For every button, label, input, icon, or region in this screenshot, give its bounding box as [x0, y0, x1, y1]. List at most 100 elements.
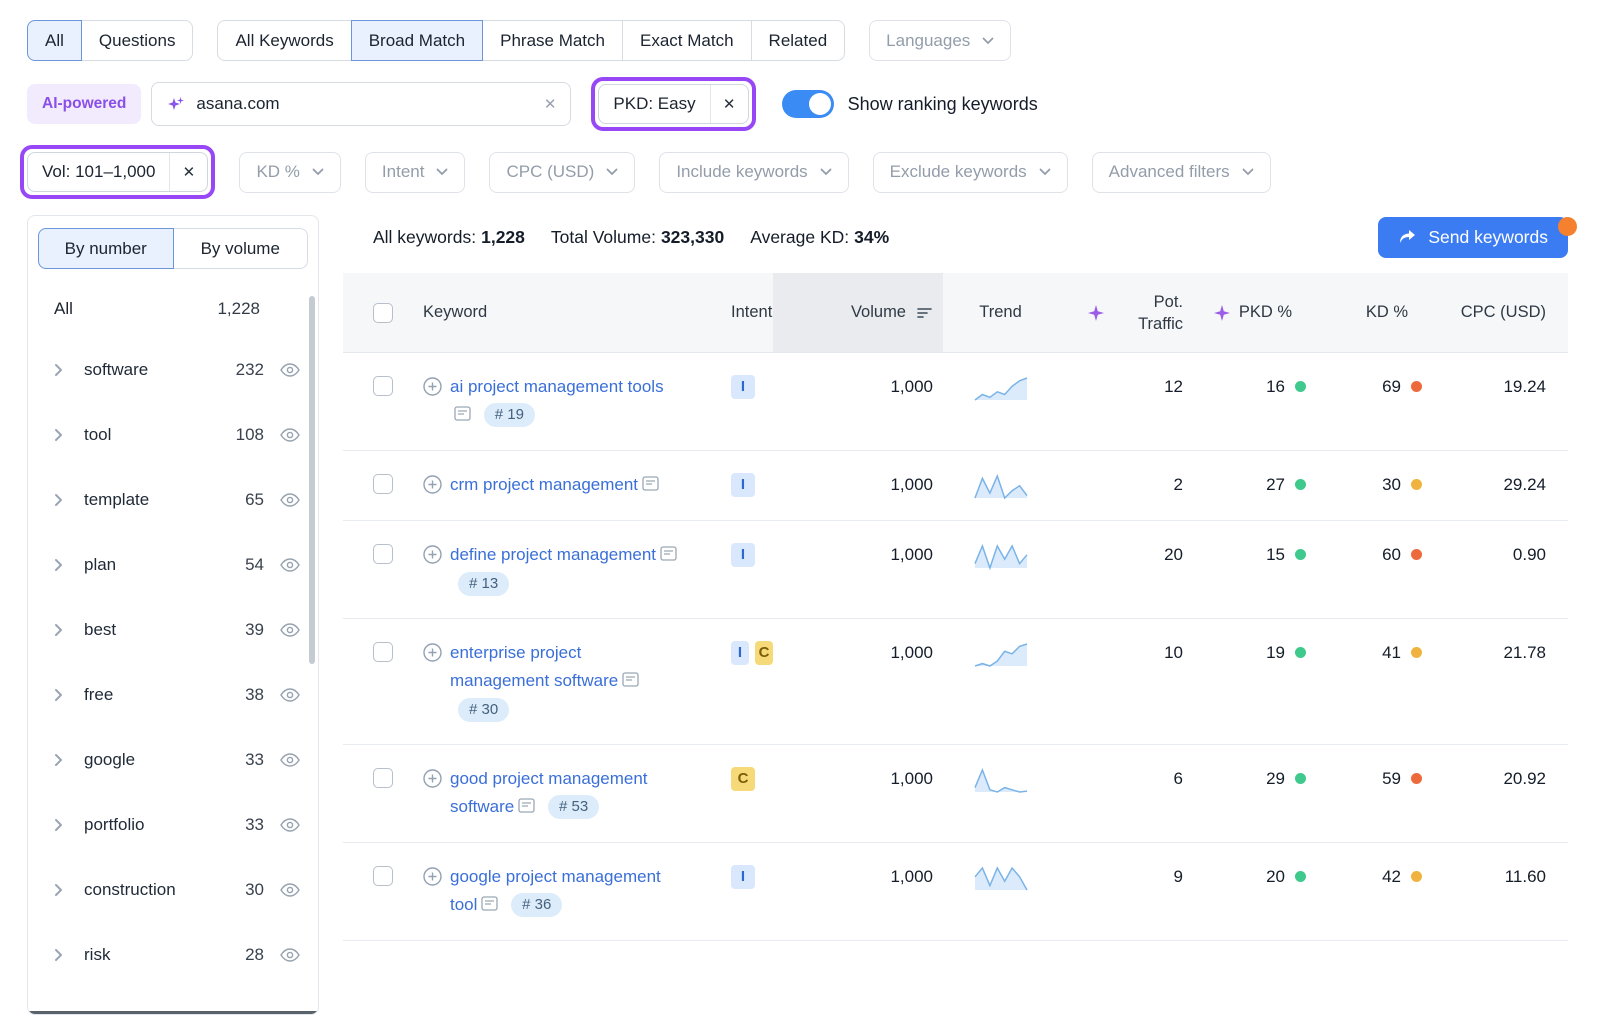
chevron-right-icon[interactable]: [54, 428, 70, 442]
ranking-position-badge[interactable]: # 19: [484, 403, 535, 427]
tab-by-number[interactable]: By number: [38, 228, 174, 269]
chevron-right-icon[interactable]: [54, 688, 70, 702]
add-keyword-icon[interactable]: [423, 867, 442, 920]
remove-volume-filter-icon[interactable]: ✕: [169, 153, 207, 191]
intent-badge-informational[interactable]: I: [731, 865, 755, 889]
tab-related[interactable]: Related: [751, 20, 846, 61]
keyword-group-row[interactable]: construction30: [28, 857, 318, 922]
intent-badge-informational[interactable]: I: [731, 375, 755, 399]
eye-icon[interactable]: [280, 558, 300, 572]
search-input[interactable]: [196, 94, 533, 114]
advanced-filters-dropdown[interactable]: Advanced filters: [1092, 152, 1271, 193]
header-kd[interactable]: KD %: [1318, 273, 1438, 352]
header-cpc[interactable]: CPC (USD): [1438, 273, 1568, 352]
keyword-link[interactable]: crm project management: [450, 475, 638, 494]
eye-icon[interactable]: [280, 493, 300, 507]
eye-icon[interactable]: [280, 363, 300, 377]
add-keyword-icon[interactable]: [423, 377, 442, 430]
keyword-group-row[interactable]: plan54: [28, 532, 318, 597]
include-keywords-dropdown[interactable]: Include keywords: [659, 152, 848, 193]
chevron-right-icon[interactable]: [54, 948, 70, 962]
row-checkbox[interactable]: [373, 866, 393, 886]
intent-badge-informational[interactable]: I: [731, 543, 755, 567]
cpc-filter-dropdown[interactable]: CPC (USD): [489, 152, 635, 193]
eye-icon[interactable]: [280, 428, 300, 442]
group-row-all[interactable]: All 1,228: [28, 293, 318, 325]
languages-dropdown[interactable]: Languages: [869, 20, 1011, 61]
keyword-search-box[interactable]: ✕: [151, 82, 571, 126]
add-keyword-icon[interactable]: [423, 475, 442, 500]
tab-by-volume[interactable]: By volume: [173, 228, 309, 269]
tab-broad-match[interactable]: Broad Match: [351, 20, 483, 61]
row-checkbox[interactable]: [373, 474, 393, 494]
chevron-right-icon[interactable]: [54, 558, 70, 572]
row-checkbox[interactable]: [373, 544, 393, 564]
keyword-group-row[interactable]: best39: [28, 597, 318, 662]
tab-exact-match[interactable]: Exact Match: [622, 20, 752, 61]
keyword-group-row[interactable]: tool108: [28, 402, 318, 467]
intent-filter-dropdown[interactable]: Intent: [365, 152, 466, 193]
header-pot-traffic[interactable]: Pot. Traffic: [1058, 273, 1193, 352]
remove-pkd-filter-icon[interactable]: ✕: [710, 85, 748, 123]
intent-badge-commercial[interactable]: C: [731, 767, 755, 791]
keyword-group-row[interactable]: google33: [28, 727, 318, 792]
ranking-position-badge[interactable]: # 53: [548, 795, 599, 819]
sidebar-scrollbar[interactable]: [309, 296, 315, 664]
chevron-right-icon[interactable]: [54, 753, 70, 767]
eye-icon[interactable]: [280, 753, 300, 767]
add-keyword-icon[interactable]: [423, 769, 442, 822]
show-ranking-keywords-toggle[interactable]: [782, 90, 834, 118]
send-keywords-button[interactable]: Send keywords: [1378, 217, 1568, 258]
eye-icon[interactable]: [280, 818, 300, 832]
keyword-link[interactable]: define project management: [450, 545, 656, 564]
keyword-group-row[interactable]: free38: [28, 662, 318, 727]
header-keyword[interactable]: Keyword: [405, 273, 695, 352]
tab-all-keywords[interactable]: All Keywords: [217, 20, 351, 61]
send-keywords-label: Send keywords: [1428, 227, 1548, 248]
intent-badge-commercial[interactable]: C: [755, 641, 773, 665]
group-count: 33: [245, 815, 264, 835]
chevron-right-icon[interactable]: [54, 493, 70, 507]
keyword-group-row[interactable]: portfolio33: [28, 792, 318, 857]
ranking-position-badge[interactable]: # 13: [458, 572, 509, 596]
chevron-right-icon[interactable]: [54, 883, 70, 897]
chevron-right-icon[interactable]: [54, 363, 70, 377]
intent-badge-informational[interactable]: I: [731, 473, 755, 497]
header-trend[interactable]: Trend: [943, 273, 1058, 352]
pkd-filter-chip[interactable]: PKD: Easy ✕: [598, 84, 748, 124]
add-keyword-icon[interactable]: [423, 545, 442, 598]
chevron-down-icon: [436, 168, 448, 176]
chevron-right-icon[interactable]: [54, 623, 70, 637]
chevron-right-icon[interactable]: [54, 818, 70, 832]
send-arrow-icon: [1398, 228, 1418, 246]
tab-all[interactable]: All: [27, 20, 82, 61]
eye-icon[interactable]: [280, 948, 300, 962]
row-checkbox[interactable]: [373, 642, 393, 662]
keyword-group-row[interactable]: template65: [28, 467, 318, 532]
ranking-position-badge[interactable]: # 30: [458, 698, 509, 722]
ai-sparkle-icon: [166, 94, 186, 114]
select-all-checkbox[interactable]: [373, 303, 393, 323]
header-intent[interactable]: Intent: [695, 273, 773, 352]
tab-questions[interactable]: Questions: [81, 20, 194, 61]
add-keyword-icon[interactable]: [423, 643, 442, 724]
keyword-link[interactable]: ai project management tools: [450, 377, 664, 396]
header-volume[interactable]: Volume: [773, 273, 943, 352]
ranking-position-badge[interactable]: # 36: [511, 893, 562, 917]
tab-phrase-match[interactable]: Phrase Match: [482, 20, 623, 61]
row-checkbox[interactable]: [373, 376, 393, 396]
clear-search-icon[interactable]: ✕: [544, 97, 557, 112]
kd-filter-dropdown[interactable]: KD %: [239, 152, 340, 193]
keyword-group-row[interactable]: software232: [28, 337, 318, 402]
keyword-link[interactable]: enterprise project management software: [450, 643, 618, 690]
eye-icon[interactable]: [280, 688, 300, 702]
volume-filter-chip[interactable]: Vol: 101–1,000 ✕: [27, 152, 208, 192]
eye-icon[interactable]: [280, 883, 300, 897]
keyword-group-row[interactable]: risk28: [28, 922, 318, 987]
row-checkbox[interactable]: [373, 768, 393, 788]
eye-icon[interactable]: [280, 623, 300, 637]
serp-features-icon: [454, 402, 471, 430]
header-pkd[interactable]: PKD %: [1193, 273, 1318, 352]
exclude-keywords-dropdown[interactable]: Exclude keywords: [873, 152, 1068, 193]
intent-badge-informational[interactable]: I: [731, 641, 749, 665]
